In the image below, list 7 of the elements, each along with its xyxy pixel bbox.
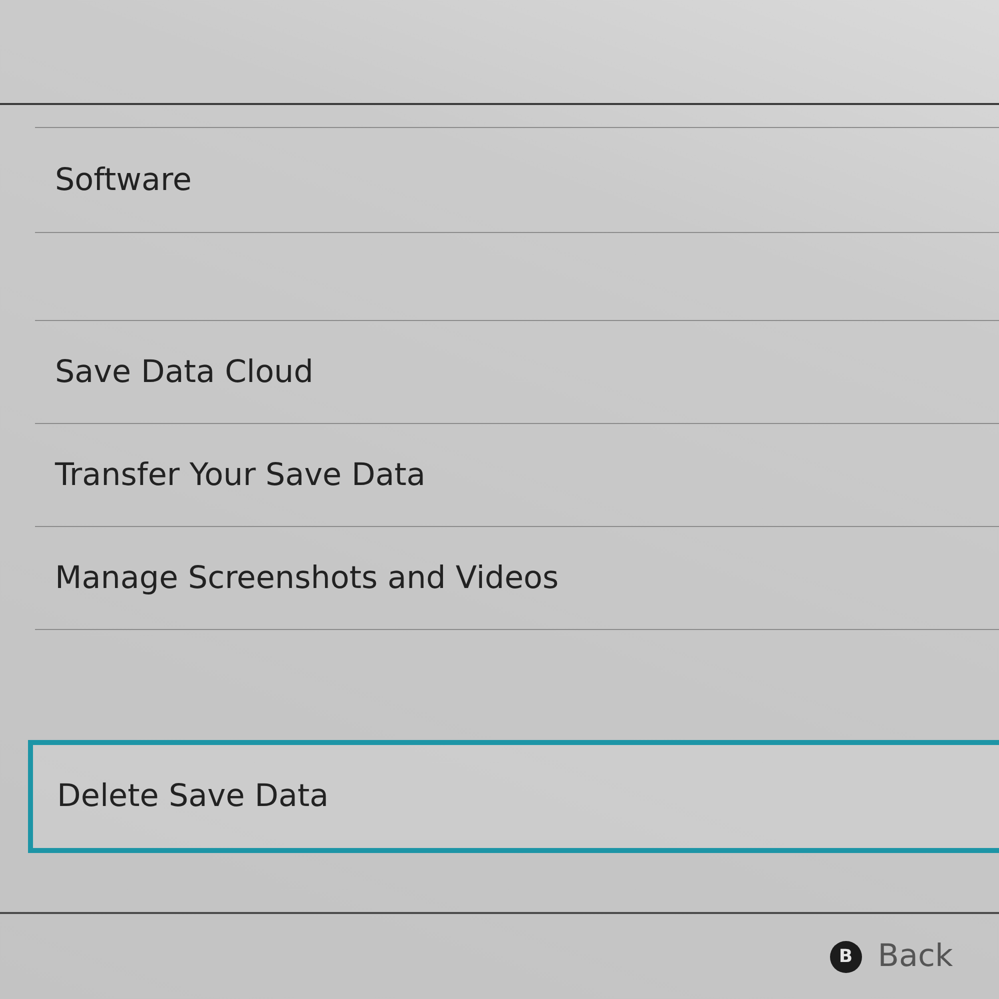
menu-item[interactable]: Save Data Cloud <box>35 321 999 424</box>
menu-item[interactable]: Delete Save Data <box>28 740 999 853</box>
menu-item[interactable]: Transfer Your Save Data <box>35 424 999 527</box>
menu-item[interactable]: Manage Screenshots and Videos <box>35 527 999 630</box>
b-key-glyph: B <box>830 940 862 972</box>
menu-item[interactable]: Software <box>35 128 999 233</box>
back-button[interactable]: B Back <box>830 933 953 980</box>
